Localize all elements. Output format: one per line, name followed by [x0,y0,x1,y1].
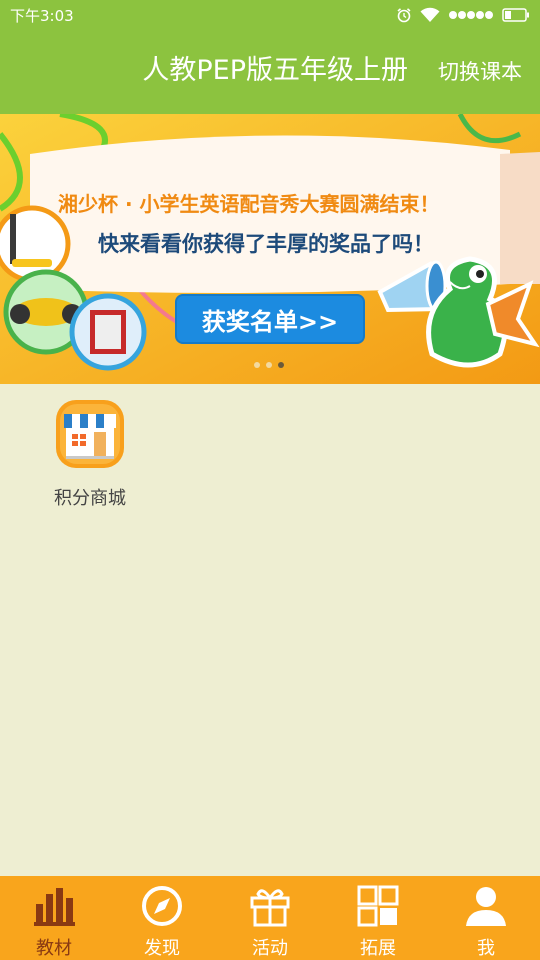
grid-icon [356,884,400,928]
page-dot [254,362,260,368]
user-icon [464,884,508,928]
bottom-nav: 教材 发现 活动 拓展 我 [0,876,540,960]
nav-item-discover[interactable]: 发现 [108,876,216,960]
page-dot [266,362,272,368]
textbook-title: 人教PEP版五年级上册 [142,55,408,86]
status-bar: 下午3:03 [0,0,540,30]
banner-headline: 湘少杯 · 小学生英语配音秀大赛圆满结束！ [58,192,440,216]
signal-icon [448,10,494,20]
nav-label-activity: 活动 [252,938,288,959]
nav-item-textbook[interactable]: 教材 [0,876,108,960]
banner-page-indicator [254,362,284,368]
status-icons [396,7,530,23]
compass-icon [140,884,184,928]
nav-label-discover: 发现 [144,938,180,959]
winners-list-button[interactable]: 获奖名单>> [175,294,365,344]
nav-item-activity[interactable]: 活动 [216,876,324,960]
page-dot-active [278,362,284,368]
promo-banner[interactable]: 湘少杯 · 小学生英语配音秀大赛圆满结束！ 快来看看你获得了丰厚的奖品了吗！ 获… [0,114,540,384]
banner-subheadline: 快来看看你获得了丰厚的奖品了吗！ [98,232,434,256]
shop-icon [54,398,126,470]
nav-item-me[interactable]: 我 [432,876,540,960]
nav-label-textbook: 教材 [36,938,72,959]
gift-icon [248,884,292,928]
app-header: 人教PEP版五年级上册 切换课本 [0,30,540,114]
battery-icon [502,8,530,22]
bar-chart-icon [32,884,76,928]
shop-label: 积分商城 [54,488,126,509]
nav-label-me: 我 [477,938,495,959]
alarm-icon [396,7,412,23]
status-time: 下午3:03 [10,6,74,25]
wifi-icon [420,7,440,23]
switch-textbook-button[interactable]: 切换课本 [438,58,522,86]
points-shop-entry[interactable]: 积分商城 [44,398,136,514]
nav-label-extend: 拓展 [360,938,396,959]
nav-item-extend[interactable]: 拓展 [324,876,432,960]
